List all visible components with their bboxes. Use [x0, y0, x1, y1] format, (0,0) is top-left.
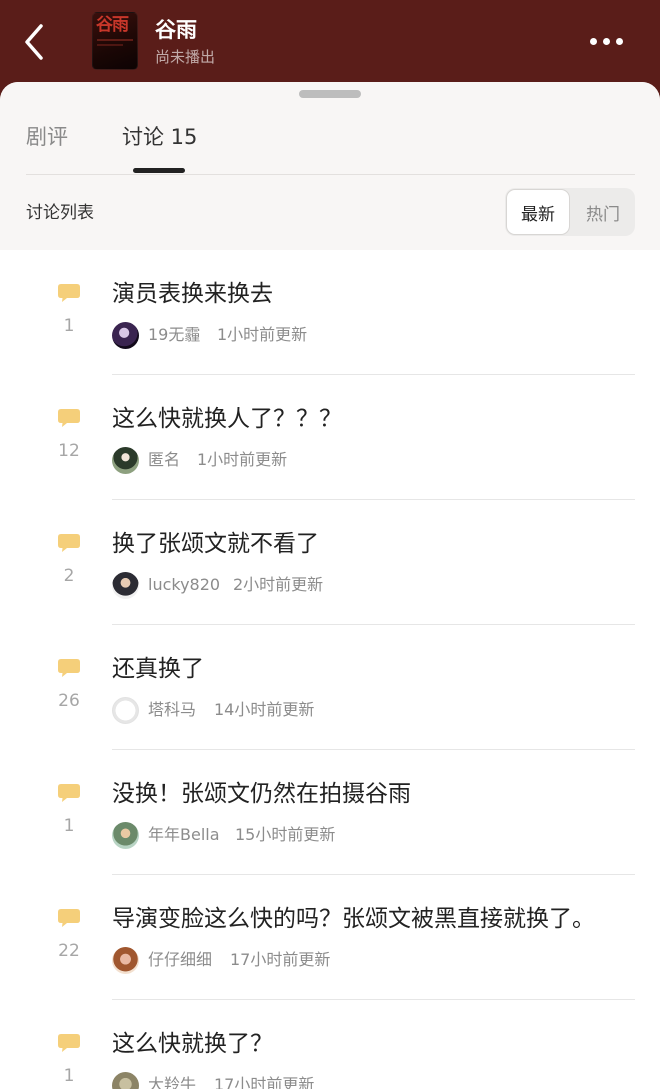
discussion-title[interactable]: 导演变脸这么快的吗？张颂文被黑直接就换了。: [112, 903, 595, 935]
update-time: 15小时前更新: [235, 825, 336, 844]
update-time: 1小时前更新: [217, 325, 308, 344]
list-item[interactable]: 26 还真换了塔科马 14小时前更新: [0, 625, 660, 750]
back-button[interactable]: [14, 20, 54, 64]
reply-count: 26: [58, 691, 80, 711]
discussion-title[interactable]: 演员表换来换去: [112, 278, 273, 310]
discussion-title[interactable]: 还真换了: [112, 653, 204, 685]
comment-bubble-icon: [58, 284, 80, 302]
divider: [26, 174, 635, 175]
reply-count: 1: [63, 816, 75, 836]
update-time: 17小时前更新: [230, 950, 331, 969]
reply-count: 2: [63, 566, 75, 586]
list-item[interactable]: 2 换了张颂文就不看了 lucky820 2小时前更新: [0, 500, 660, 625]
avatar[interactable]: [112, 947, 139, 974]
sort-newest-button[interactable]: 最新: [506, 189, 570, 235]
more-dot-icon: [602, 37, 610, 45]
list-item[interactable]: 1 没换！张颂文仍然在拍摄谷雨年年Bella 15小时前更新: [0, 750, 660, 875]
show-poster[interactable]: 谷雨: [92, 12, 138, 70]
tab-discussions[interactable]: 讨论 15: [122, 122, 197, 152]
tab-reviews[interactable]: 剧评: [26, 122, 68, 152]
sort-hot-button[interactable]: 热门: [571, 189, 635, 235]
chevron-left-icon: [25, 24, 43, 60]
list-item[interactable]: 22 导演变脸这么快的吗？张颂文被黑直接就换了。仔仔细细 17小时前更新: [0, 875, 660, 1000]
update-time: 14小时前更新: [214, 700, 315, 719]
reply-count: 12: [58, 441, 80, 461]
drag-handle[interactable]: [299, 90, 361, 98]
author-name[interactable]: 大羚牛: [148, 1074, 196, 1089]
more-options-button[interactable]: [578, 26, 634, 56]
page-title: 谷雨: [155, 18, 197, 42]
discussion-list-label: 讨论列表: [26, 203, 94, 223]
discussion-title[interactable]: 这么快就换人了？？？: [112, 403, 342, 435]
air-status: 尚未播出: [155, 48, 216, 66]
list-item[interactable]: 12 这么快就换人了？？？ 匿名 1小时前更新: [0, 375, 660, 500]
update-time: 1小时前更新: [197, 450, 288, 469]
sheet-header: 剧评 讨论 15 讨论列表 最新 热门: [0, 82, 660, 250]
author-name[interactable]: 仔仔细细: [148, 949, 212, 971]
discussion-sheet: 剧评 讨论 15 讨论列表 最新 热门 1 演员表换来换去 19无霾 1小时前更新 12…: [0, 82, 660, 1089]
avatar[interactable]: [112, 322, 139, 349]
reply-count: 1: [63, 316, 75, 336]
reply-count: 1: [63, 1066, 75, 1086]
discussion-title[interactable]: 换了张颂文就不看了: [112, 528, 319, 560]
author-name[interactable]: 匿名: [148, 449, 180, 471]
comment-bubble-icon: [58, 1034, 80, 1052]
discussion-title[interactable]: 这么快就换了？: [112, 1028, 273, 1060]
author-name[interactable]: 塔科马: [148, 699, 196, 721]
avatar[interactable]: [112, 822, 139, 849]
comment-bubble-icon: [58, 659, 80, 677]
comment-bubble-icon: [58, 534, 80, 552]
poster-title: 谷雨: [96, 15, 129, 35]
avatar[interactable]: [112, 1072, 139, 1089]
sort-toggle: 最新 热门: [505, 188, 635, 236]
comment-bubble-icon: [58, 409, 80, 427]
more-dot-icon: [615, 37, 623, 45]
update-time: 2小时前更新: [233, 575, 324, 594]
list-item[interactable]: 1 这么快就换了？ 大羚牛 17小时前更新: [0, 1000, 660, 1089]
comment-bubble-icon: [58, 784, 80, 802]
avatar[interactable]: [112, 447, 139, 474]
avatar[interactable]: [112, 697, 139, 724]
author-name[interactable]: lucky820: [148, 574, 220, 596]
update-time: 17小时前更新: [214, 1075, 315, 1089]
author-name[interactable]: 19无霾: [148, 324, 200, 346]
reply-count: 22: [58, 941, 80, 961]
comment-bubble-icon: [58, 909, 80, 927]
author-name[interactable]: 年年Bella: [148, 824, 220, 846]
list-item[interactable]: 1 演员表换来换去 19无霾 1小时前更新: [0, 250, 660, 375]
active-tab-indicator: [133, 168, 185, 173]
avatar[interactable]: [112, 572, 139, 599]
discussion-title[interactable]: 没换！张颂文仍然在拍摄谷雨: [112, 778, 411, 810]
more-dot-icon: [589, 37, 597, 45]
